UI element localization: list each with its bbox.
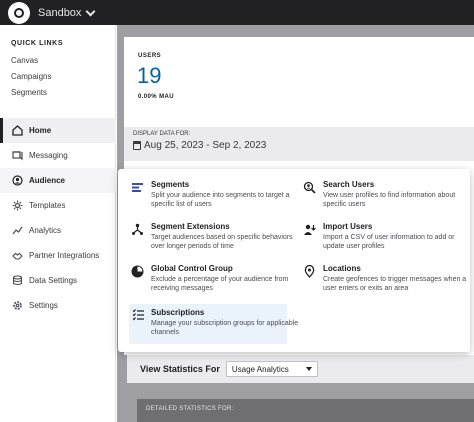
sidebar-item-label: Home <box>29 126 52 135</box>
messaging-icon <box>12 150 23 161</box>
quick-link-segments[interactable]: Segments <box>11 88 47 97</box>
detailed-statistics-header: DETAILED STATISTICS FOR: <box>137 399 474 422</box>
chevron-down-icon <box>85 6 96 16</box>
partner-integrations-icon <box>12 250 23 261</box>
menu-item-description: Exclude a percentage of your audience fr… <box>151 276 289 292</box>
users-card: USERS 19 0.00% MAU <box>124 37 474 132</box>
date-range-picker[interactable]: Aug 25, 2023 - Sep 2, 2023 <box>133 140 266 151</box>
quick-link-campaigns[interactable]: Campaigns <box>11 72 51 81</box>
menu-item-title: Segments <box>151 180 190 189</box>
date-range-value: Aug 25, 2023 - Sep 2, 2023 <box>144 140 267 151</box>
menu-item-description: Manage your subscription groups for appl… <box>151 320 299 336</box>
workspace-selector[interactable]: Sandbox <box>38 6 96 19</box>
settings-icon <box>12 300 23 311</box>
segment-extensions-icon <box>131 223 144 236</box>
menu-item-title: Segment Extensions <box>151 222 230 231</box>
users-count: 19 <box>137 63 162 88</box>
menu-item-locations[interactable]: Locations Create geofences to trigger me… <box>303 264 466 306</box>
sidebar-item-home[interactable]: Home <box>0 118 116 143</box>
view-statistics-bar: View Statistics For Usage Analytics <box>127 355 474 383</box>
sidebar-item-label: Data Settings <box>29 276 78 285</box>
caret-down-icon <box>305 367 312 371</box>
statistics-type-value: Usage Analytics <box>231 364 289 374</box>
sidebar-item-partner-integrations[interactable]: Partner Integrations <box>0 243 116 268</box>
sidebar-item-messaging[interactable]: Messaging <box>0 143 116 168</box>
workspace-name: Sandbox <box>38 6 82 19</box>
menu-item-title: Search Users <box>323 180 375 189</box>
menu-item-import-users[interactable]: Import Users Import a CSV of user inform… <box>303 222 463 264</box>
sidebar: QUICK LINKS Canvas Campaigns Segments Ho… <box>0 25 116 422</box>
menu-item-title: Subscriptions <box>151 308 205 317</box>
segments-icon <box>131 181 144 194</box>
menu-item-segments[interactable]: Segments Split your audience into segmen… <box>131 180 291 222</box>
templates-icon <box>12 200 23 211</box>
menu-item-description: Import a CSV of user information to add … <box>323 234 455 250</box>
menu-item-search-users[interactable]: Search Users View user profiles to find … <box>303 180 463 222</box>
analytics-icon <box>12 225 23 236</box>
import-users-icon <box>303 223 316 236</box>
menu-item-segment-extensions[interactable]: Segment Extensions Target audiences base… <box>131 222 293 264</box>
statistics-type-select[interactable]: Usage Analytics <box>225 361 318 377</box>
global-control-group-icon <box>131 265 144 278</box>
menu-item-global-control-group[interactable]: Global Control Group Exclude a percentag… <box>131 264 291 306</box>
data-settings-icon <box>12 275 23 286</box>
view-statistics-label: View Statistics For <box>140 364 220 374</box>
menu-item-title: Global Control Group <box>151 264 233 273</box>
menu-item-description: Split your audience into segments to tar… <box>151 192 290 208</box>
sidebar-item-label: Audience <box>29 176 66 185</box>
top-bar: Sandbox <box>0 0 474 25</box>
sidebar-item-label: Messaging <box>29 151 68 160</box>
menu-item-title: Import Users <box>323 222 373 231</box>
menu-item-description: Create geofences to trigger messages whe… <box>323 276 467 292</box>
calendar-icon <box>133 141 141 150</box>
sidebar-item-label: Analytics <box>29 226 62 235</box>
subscriptions-icon <box>132 308 145 321</box>
menu-item-title: Locations <box>323 264 361 273</box>
braze-logo-icon[interactable] <box>8 1 30 24</box>
quick-link-canvas[interactable]: Canvas <box>11 56 38 65</box>
audience-menu: Segments Split your audience into segmen… <box>118 169 470 352</box>
sidebar-item-label: Settings <box>29 301 58 310</box>
sidebar-item-label: Templates <box>29 201 66 210</box>
location-pin-icon <box>303 265 316 278</box>
menu-item-description: View user profiles to find information a… <box>323 192 456 208</box>
sidebar-item-settings[interactable]: Settings <box>0 293 116 318</box>
sidebar-item-analytics[interactable]: Analytics <box>0 218 116 243</box>
sidebar-item-templates[interactable]: Templates <box>0 193 116 218</box>
quick-links-title: QUICK LINKS <box>11 40 64 47</box>
sidebar-item-audience[interactable]: Audience <box>0 168 116 193</box>
detailed-statistics-label: DETAILED STATISTICS FOR: <box>146 406 234 412</box>
home-icon <box>12 125 23 136</box>
menu-item-subscriptions[interactable]: Subscriptions Manage your subscription g… <box>129 304 298 344</box>
menu-item-description: Target audiences based on specific behav… <box>151 234 293 250</box>
search-users-icon <box>303 181 316 194</box>
mau-percentage: 0.00% MAU <box>138 94 174 100</box>
sidebar-item-label: Partner Integrations <box>29 251 100 260</box>
sidebar-item-data-settings[interactable]: Data Settings <box>0 268 116 293</box>
date-filter: DISPLAY DATA FOR: Aug 25, 2023 - Sep 2, … <box>124 127 474 161</box>
users-label: USERS <box>138 53 162 59</box>
audience-icon <box>12 175 23 186</box>
date-filter-label: DISPLAY DATA FOR: <box>133 131 191 137</box>
